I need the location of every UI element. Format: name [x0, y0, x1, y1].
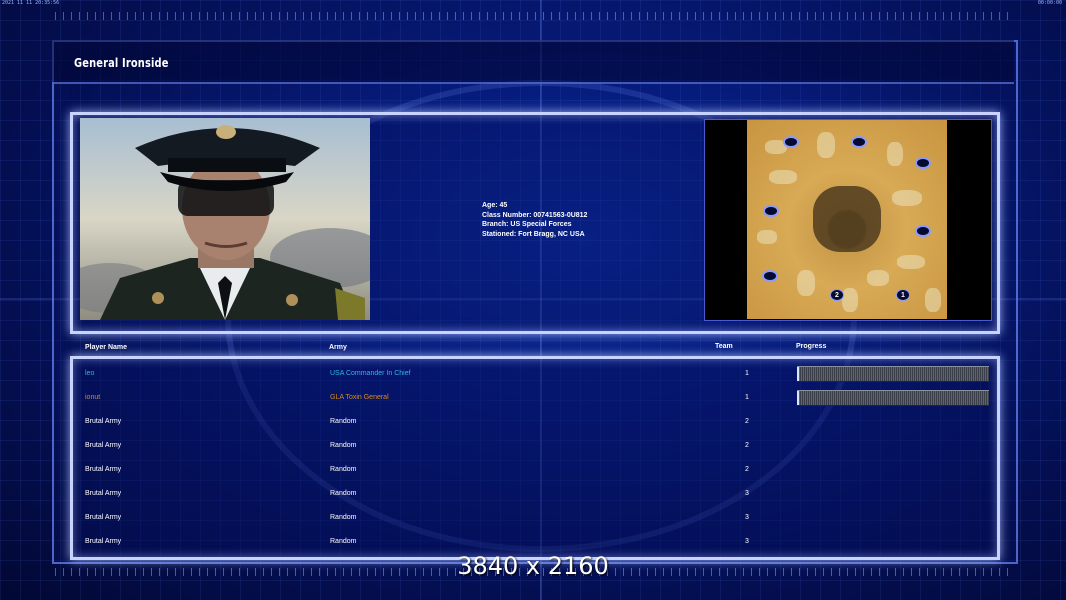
- player-name: Brutal Army: [85, 466, 122, 473]
- terrain-patch: [817, 132, 835, 158]
- title-bar: [52, 40, 1014, 84]
- player-name: Brutal Army: [85, 490, 122, 497]
- general-stats: Age: 45 Class Number: 00741563-0U812 Bra…: [482, 201, 587, 239]
- terrain-patch: [797, 270, 815, 296]
- start-position-marker: [915, 225, 931, 237]
- player-row: Brutal Army Random 2: [0, 465, 1066, 489]
- player-row: Brutal Army Random 2: [0, 417, 1066, 441]
- player-row: ionut GLA Toxin General 1: [0, 390, 1066, 417]
- terrain-patch: [887, 142, 903, 166]
- player-name: Brutal Army: [85, 538, 122, 545]
- player-army: Random: [330, 490, 357, 497]
- player-team: 3: [745, 514, 749, 521]
- column-progress: Progress: [796, 343, 827, 350]
- player-name: ionut: [85, 394, 101, 401]
- start-position-2: 2: [830, 289, 844, 301]
- player-name: Brutal Army: [85, 418, 122, 425]
- terrain-patch: [892, 190, 922, 206]
- player-progress-fill: [797, 367, 799, 381]
- player-team: 3: [745, 490, 749, 497]
- player-army: Random: [330, 466, 357, 473]
- player-army: Random: [330, 418, 357, 425]
- player-team: 2: [745, 466, 749, 473]
- general-age: Age: 45: [482, 202, 508, 209]
- player-team: 1: [745, 394, 749, 401]
- terrain-patch: [842, 288, 858, 312]
- start-position-marker: [763, 205, 779, 217]
- player-progress-bar: [797, 390, 989, 406]
- player-army: Random: [330, 442, 357, 449]
- player-army: Random: [330, 514, 357, 521]
- player-name: Brutal Army: [85, 442, 122, 449]
- terrain-patch: [897, 255, 925, 269]
- player-team: 2: [745, 418, 749, 425]
- central-base: [813, 186, 881, 252]
- terrain-patch: [769, 170, 797, 184]
- player-name: Brutal Army: [85, 514, 122, 521]
- general-portrait-illustration: [80, 118, 370, 320]
- start-position-marker: [851, 136, 867, 148]
- player-row: Brutal Army Random 2: [0, 441, 1066, 465]
- player-row: Brutal Army Random 3: [0, 489, 1066, 513]
- player-team: 3: [745, 538, 749, 545]
- ruler-top: [55, 12, 1015, 20]
- general-name: General Ironside: [74, 56, 169, 70]
- start-position-marker: [783, 136, 799, 148]
- general-stationed: Stationed: Fort Bragg, NC USA: [482, 230, 585, 238]
- terrain-patch: [925, 288, 941, 312]
- player-name: leo: [85, 370, 95, 377]
- player-progress-bar: [797, 366, 989, 382]
- status-right: 00:00:00: [1037, 0, 1062, 6]
- column-team: Team: [715, 343, 733, 350]
- start-position-1: 1: [896, 289, 910, 301]
- start-position-marker: [915, 157, 931, 169]
- general-class-number: Class Number: 00741563-0U812: [482, 211, 588, 219]
- status-left: 2021 11 11 20:35:56: [2, 0, 60, 6]
- column-player-name: Player Name: [85, 344, 128, 351]
- player-team: 2: [745, 442, 749, 449]
- column-army: Army: [329, 344, 347, 351]
- player-army: GLA Toxin General: [330, 394, 389, 401]
- minimap: 2 1: [747, 120, 947, 319]
- general-branch: Branch: US Special Forces: [482, 221, 572, 228]
- general-portrait: [80, 118, 370, 320]
- player-team: 1: [745, 370, 749, 377]
- resolution-overlay: 3840 x 2160: [457, 552, 609, 580]
- player-progress-fill: [797, 391, 799, 405]
- player-army: USA Commander In Chief: [330, 370, 411, 377]
- terrain-patch: [757, 230, 777, 244]
- terrain-patch: [867, 270, 889, 286]
- start-position-marker: [762, 270, 778, 282]
- player-row: Brutal Army Random 3: [0, 513, 1066, 537]
- player-army: Random: [330, 538, 357, 545]
